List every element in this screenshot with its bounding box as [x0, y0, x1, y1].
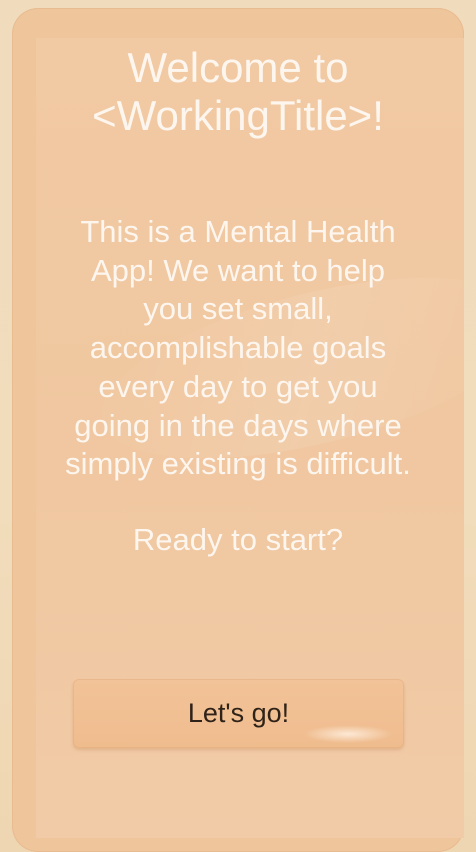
- description-line: App! We want to help: [90, 252, 386, 288]
- description-line: every day to get you: [98, 368, 378, 404]
- lets-go-button-label: Let's go!: [187, 698, 290, 728]
- page-title: Welcome to <WorkingTitle>!: [0, 44, 476, 140]
- description-line: accomplishable goals: [89, 330, 387, 366]
- lets-go-button[interactable]: Let's go!: [73, 679, 404, 748]
- ready-prompt: Ready to start?: [132, 522, 344, 557]
- title-line-1: Welcome to: [127, 44, 349, 91]
- intro-description: This is a Mental Health App! We want to …: [0, 213, 476, 484]
- description-line: This is a Mental Health: [80, 214, 396, 249]
- description-line: going in the days where: [74, 407, 402, 443]
- description-line: you set small,: [143, 291, 333, 327]
- description-line: simply existing is difficult.: [65, 446, 411, 482]
- title-line-2: <WorkingTitle>!: [92, 92, 384, 139]
